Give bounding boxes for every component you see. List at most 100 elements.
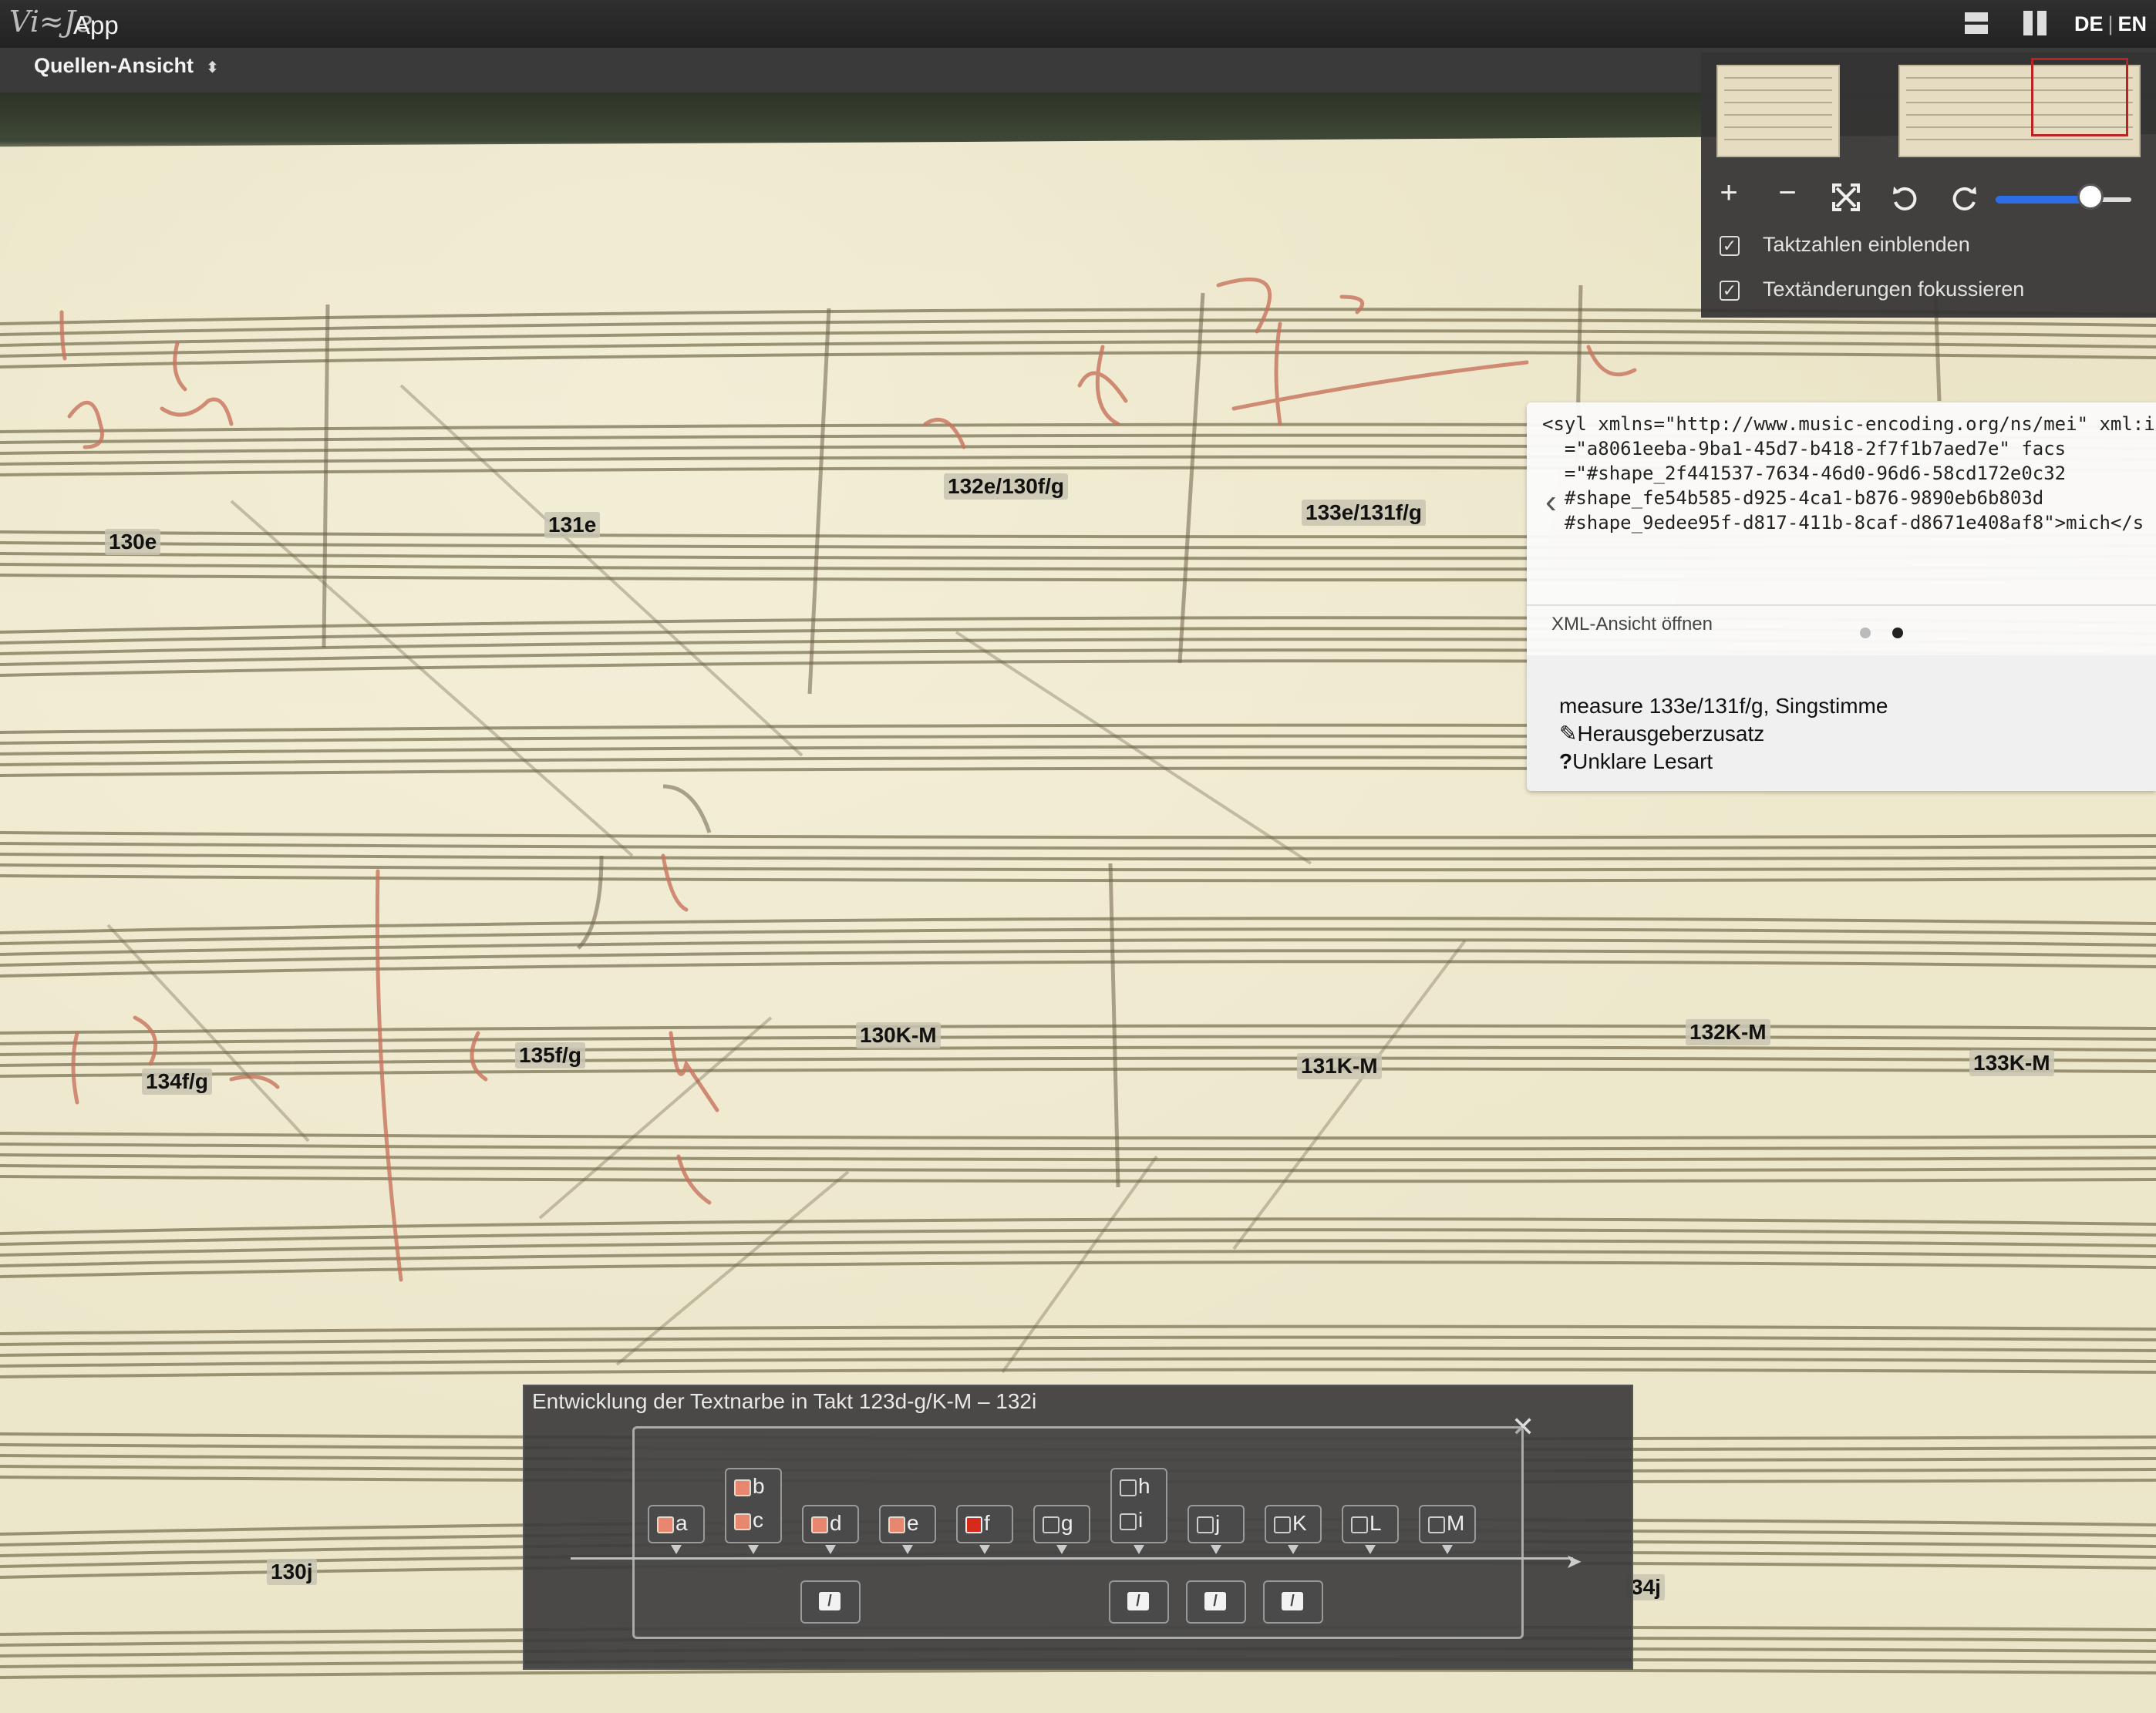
checkbox-row-measures[interactable]: ✓ Taktzahlen einblenden: [1720, 233, 1970, 257]
measure-label[interactable]: 130K-M: [856, 1022, 941, 1048]
vertical-split-icon[interactable]: [2023, 11, 2047, 35]
variant-item[interactable]: f: [965, 1508, 990, 1539]
variant-checkbox[interactable]: [1120, 1479, 1137, 1496]
variant-node[interactable]: j: [1187, 1505, 1245, 1543]
variant-state-button[interactable]: /: [1263, 1580, 1323, 1624]
variant-node[interactable]: d: [802, 1505, 859, 1543]
variant-checkbox[interactable]: [1120, 1513, 1137, 1530]
variant-item[interactable]: c: [734, 1505, 763, 1536]
checkbox-row-text-changes[interactable]: ✓ Textänderungen fokussieren: [1720, 278, 2024, 301]
checkbox-label: Taktzahlen einblenden: [1763, 233, 1970, 256]
measure-label[interactable]: 134f/g: [142, 1069, 212, 1095]
variant-node[interactable]: L: [1342, 1505, 1399, 1543]
variant-checkbox[interactable]: [1428, 1516, 1445, 1533]
measure-label[interactable]: 131e: [544, 512, 601, 538]
variant-label: c: [753, 1508, 763, 1532]
variant-label: K: [1292, 1511, 1307, 1535]
zoom-slider-handle[interactable]: [2077, 183, 2104, 210]
arrow-down-icon: [748, 1545, 759, 1554]
measure-label[interactable]: 135f/g: [515, 1042, 585, 1069]
variant-checkbox[interactable]: [811, 1516, 828, 1533]
measure-label[interactable]: 133e/131f/g: [1302, 500, 1426, 526]
measure-label[interactable]: 132K-M: [1686, 1019, 1770, 1045]
viewport-indicator[interactable]: [2031, 58, 2128, 136]
variant-node[interactable]: K: [1265, 1505, 1322, 1543]
check-icon[interactable]: ✓: [1720, 280, 1740, 301]
variant-checkbox[interactable]: [734, 1479, 751, 1496]
xml-view-open-link[interactable]: XML-Ansicht öffnen: [1551, 614, 1713, 635]
variant-item[interactable]: i: [1120, 1505, 1143, 1536]
check-icon[interactable]: ✓: [1720, 235, 1740, 256]
measure-label[interactable]: 130j: [267, 1559, 317, 1585]
variant-checkbox[interactable]: [1351, 1516, 1368, 1533]
variant-node[interactable]: g: [1033, 1505, 1090, 1543]
variant-title: Entwicklung der Textnarbe in Takt 123d-g…: [532, 1389, 1037, 1413]
measure-label[interactable]: 130e: [105, 529, 161, 555]
checkbox-label: Textänderungen fokussieren: [1763, 278, 2025, 301]
arrow-right-icon: ➤: [1565, 1550, 1582, 1573]
measure-label[interactable]: 133K-M: [1969, 1050, 2054, 1076]
variant-state-button[interactable]: /: [1186, 1580, 1246, 1624]
page-dot[interactable]: [1860, 628, 1871, 638]
variant-node[interactable]: e: [879, 1505, 936, 1543]
variant-item[interactable]: g: [1043, 1508, 1073, 1539]
variant-label: L: [1369, 1511, 1382, 1535]
variant-item[interactable]: h: [1120, 1471, 1150, 1502]
editor-note: ✎Herausgeberzusatz: [1559, 720, 1888, 748]
variant-state-button[interactable]: /: [1109, 1580, 1169, 1624]
variant-state-button[interactable]: /: [800, 1580, 861, 1624]
measure-label[interactable]: 131K-M: [1297, 1053, 1382, 1079]
variant-checkbox[interactable]: [1043, 1516, 1059, 1533]
zoom-in-icon[interactable]: +: [1713, 177, 1744, 208]
variant-checkbox[interactable]: [734, 1513, 751, 1530]
variant-checkbox[interactable]: [1197, 1516, 1214, 1533]
arrow-down-icon: [825, 1545, 836, 1554]
variant-checkbox[interactable]: [888, 1516, 905, 1533]
page-thumbnail[interactable]: [1716, 65, 1840, 157]
xml-line: <syl xmlns="http://www.music-encoding.or…: [1542, 413, 2156, 435]
variant-label: M: [1447, 1511, 1465, 1535]
variant-label: b: [753, 1474, 765, 1498]
variant-node[interactable]: f: [956, 1505, 1013, 1543]
edit-icon: /: [1204, 1592, 1226, 1610]
variant-item[interactable]: M: [1428, 1508, 1464, 1539]
variant-node[interactable]: M: [1419, 1505, 1476, 1543]
variant-item[interactable]: e: [888, 1508, 919, 1539]
variant-checkbox[interactable]: [657, 1516, 674, 1533]
variant-checkbox[interactable]: [965, 1516, 982, 1533]
variant-item[interactable]: a: [657, 1508, 688, 1539]
variant-item[interactable]: j: [1197, 1508, 1220, 1539]
page-dot-active[interactable]: [1892, 628, 1903, 638]
variant-checkbox[interactable]: [1274, 1516, 1291, 1533]
variant-label: h: [1138, 1474, 1150, 1498]
view-select[interactable]: Quellen-Ansicht ⬍: [34, 54, 219, 78]
measure-label[interactable]: 132e/130f/g: [944, 473, 1068, 500]
variant-label: j: [1215, 1511, 1221, 1535]
variant-item[interactable]: b: [734, 1471, 765, 1502]
variant-node[interactable]: hi: [1110, 1468, 1167, 1543]
variant-item[interactable]: L: [1351, 1508, 1382, 1539]
rotate-left-icon[interactable]: [1891, 185, 1922, 216]
variant-label: d: [830, 1511, 842, 1535]
variant-item[interactable]: K: [1274, 1508, 1307, 1539]
xml-line: ="#shape_2f441537-7634-46d0-96d6-58cd172…: [1542, 463, 2067, 484]
arrow-down-icon: [1442, 1545, 1453, 1554]
fullscreen-icon[interactable]: [1832, 183, 1863, 214]
lang-de-button[interactable]: DE: [2074, 12, 2104, 35]
lang-en-button[interactable]: EN: [2118, 12, 2148, 35]
arrow-down-icon: [1288, 1545, 1299, 1554]
edit-icon: /: [1127, 1592, 1149, 1610]
horizontal-split-icon[interactable]: [1965, 11, 1988, 35]
variant-label: a: [675, 1511, 688, 1535]
variant-node[interactable]: a: [648, 1505, 705, 1543]
variant-label: g: [1061, 1511, 1073, 1535]
xml-line: #shape_9edee95f-d817-411b-8caf-d8671e408…: [1542, 512, 2144, 533]
unclear-note: ?Unklare Lesart: [1559, 748, 1888, 776]
arrow-down-icon: [979, 1545, 990, 1554]
arrow-down-icon: [1056, 1545, 1067, 1554]
variant-node[interactable]: bc: [725, 1468, 782, 1543]
zoom-out-icon[interactable]: −: [1772, 177, 1803, 208]
variant-item[interactable]: d: [811, 1508, 842, 1539]
xml-code: <syl xmlns="http://www.music-encoding.or…: [1542, 412, 2156, 535]
rotate-right-icon[interactable]: [1951, 185, 1982, 216]
